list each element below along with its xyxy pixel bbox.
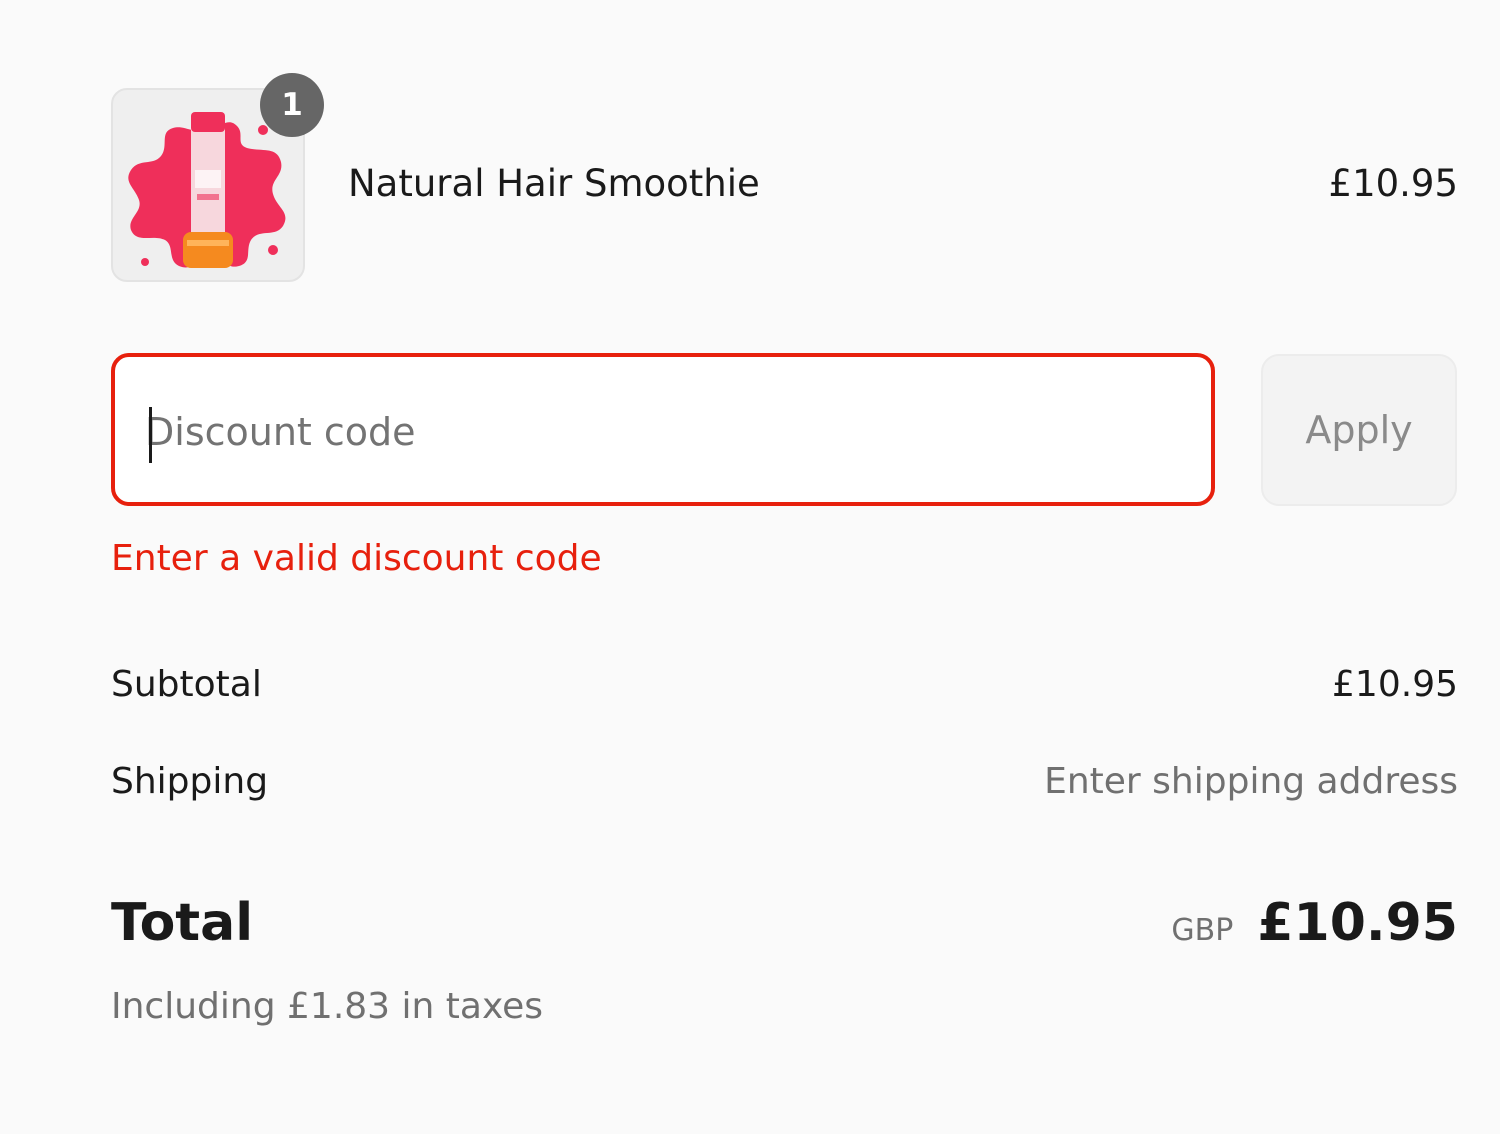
total-row: Total GBP £10.95 <box>111 888 1458 958</box>
text-caret <box>149 407 152 463</box>
product-thumbnail: 1 <box>111 73 324 282</box>
shipping-value: Enter shipping address <box>1044 761 1458 802</box>
discount-code-input[interactable] <box>145 397 1145 467</box>
subtotal-row: Subtotal £10.95 <box>111 660 1458 710</box>
product-price: £10.95 <box>1328 162 1458 205</box>
currency-code: GBP <box>1171 913 1234 948</box>
apply-discount-button[interactable]: Apply <box>1261 354 1457 506</box>
total-amount: GBP £10.95 <box>1171 888 1458 958</box>
quantity-badge: 1 <box>260 73 324 137</box>
subtotal-value: £10.95 <box>1332 664 1458 705</box>
order-summary: 1 Natural Hair Smoothie £10.95 Apply Ent… <box>111 0 1458 1134</box>
total-value: £10.95 <box>1257 893 1458 953</box>
shipping-label: Shipping <box>111 761 269 802</box>
taxes-note: Including £1.83 in taxes <box>111 986 544 1027</box>
total-label: Total <box>111 893 254 953</box>
product-name: Natural Hair Smoothie <box>348 162 760 205</box>
shipping-row: Shipping Enter shipping address <box>111 757 1458 807</box>
discount-code-field[interactable] <box>111 353 1215 506</box>
discount-error-message: Enter a valid discount code <box>111 538 602 579</box>
line-item: 1 Natural Hair Smoothie £10.95 <box>111 73 1458 282</box>
subtotal-label: Subtotal <box>111 664 262 705</box>
